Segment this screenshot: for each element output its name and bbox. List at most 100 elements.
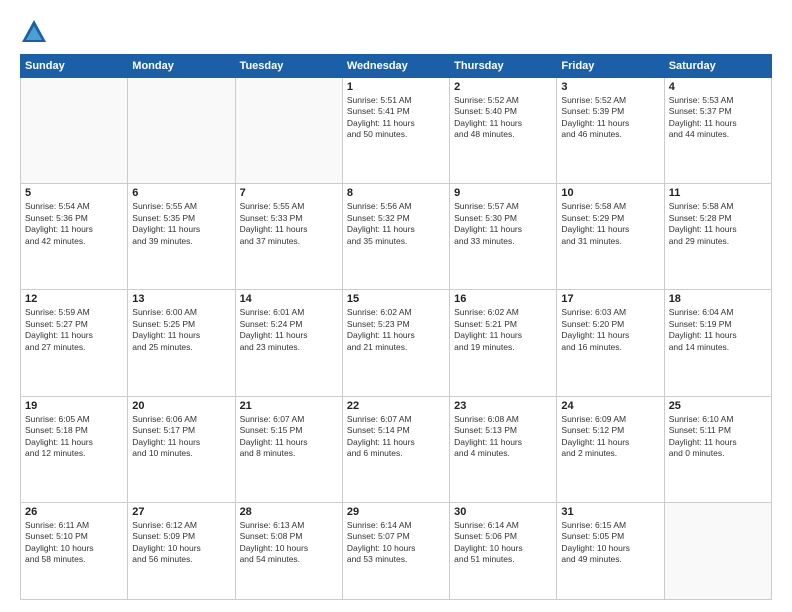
calendar-cell: 5 Sunrise: 5:54 AM Sunset: 5:36 PM Daylig… (21, 184, 128, 290)
day-info: Sunrise: 6:14 AM Sunset: 5:07 PM Dayligh… (347, 520, 445, 566)
calendar-cell: 18Sunrise: 6:04 AM Sunset: 5:19 PM Dayli… (664, 290, 771, 396)
day-info: Sunrise: 6:00 AM Sunset: 5:25 PM Dayligh… (132, 307, 230, 353)
day-number: 1 (347, 81, 445, 93)
calendar-week-2: 5 Sunrise: 5:54 AM Sunset: 5:36 PM Daylig… (21, 184, 772, 290)
day-info: Sunrise: 6:04 AM Sunset: 5:19 PM Dayligh… (669, 307, 767, 353)
calendar-cell: 25 Sunrise: 6:10 AM Sunset: 5:11 PM Dayli… (664, 396, 771, 502)
logo-icon (20, 18, 48, 46)
calendar-cell: 16 Sunrise: 6:02 AM Sunset: 5:21 PM Dayli… (450, 290, 557, 396)
day-number: 8 (347, 187, 445, 199)
weekday-header-sunday: Sunday (21, 55, 128, 78)
calendar-week-5: 26Sunrise: 6:11 AM Sunset: 5:10 PM Dayli… (21, 502, 772, 599)
day-info: Sunrise: 5:52 AM Sunset: 5:40 PM Dayligh… (454, 95, 552, 141)
header (20, 18, 772, 46)
calendar-cell: 24 Sunrise: 6:09 AM Sunset: 5:12 PM Dayli… (557, 396, 664, 502)
day-number: 17 (561, 293, 659, 305)
calendar-cell: 11 Sunrise: 5:58 AM Sunset: 5:28 PM Dayli… (664, 184, 771, 290)
calendar-cell: 21 Sunrise: 6:07 AM Sunset: 5:15 PM Dayli… (235, 396, 342, 502)
day-number: 4 (669, 81, 767, 93)
calendar-cell (21, 78, 128, 184)
day-info: Sunrise: 6:14 AM Sunset: 5:06 PM Dayligh… (454, 520, 552, 566)
day-info: Sunrise: 5:58 AM Sunset: 5:29 PM Dayligh… (561, 201, 659, 247)
day-info: Sunrise: 5:58 AM Sunset: 5:28 PM Dayligh… (669, 201, 767, 247)
day-number: 21 (240, 400, 338, 412)
day-number: 19 (25, 400, 123, 412)
day-info: Sunrise: 6:03 AM Sunset: 5:20 PM Dayligh… (561, 307, 659, 353)
day-info: Sunrise: 6:11 AM Sunset: 5:10 PM Dayligh… (25, 520, 123, 566)
day-info: Sunrise: 5:52 AM Sunset: 5:39 PM Dayligh… (561, 95, 659, 141)
calendar-cell: 7 Sunrise: 5:55 AM Sunset: 5:33 PM Daylig… (235, 184, 342, 290)
day-info: Sunrise: 6:12 AM Sunset: 5:09 PM Dayligh… (132, 520, 230, 566)
calendar-cell: 20Sunrise: 6:06 AM Sunset: 5:17 PM Dayli… (128, 396, 235, 502)
day-number: 31 (561, 506, 659, 518)
day-number: 16 (454, 293, 552, 305)
day-number: 5 (25, 187, 123, 199)
calendar-cell: 27 Sunrise: 6:12 AM Sunset: 5:09 PM Dayli… (128, 502, 235, 599)
calendar-cell: 12 Sunrise: 5:59 AM Sunset: 5:27 PM Dayli… (21, 290, 128, 396)
day-number: 9 (454, 187, 552, 199)
day-info: Sunrise: 6:10 AM Sunset: 5:11 PM Dayligh… (669, 414, 767, 460)
day-number: 20 (132, 400, 230, 412)
logo (20, 18, 52, 46)
weekday-header-row: SundayMondayTuesdayWednesdayThursdayFrid… (21, 55, 772, 78)
day-number: 7 (240, 187, 338, 199)
day-number: 23 (454, 400, 552, 412)
day-info: Sunrise: 5:53 AM Sunset: 5:37 PM Dayligh… (669, 95, 767, 141)
day-info: Sunrise: 5:59 AM Sunset: 5:27 PM Dayligh… (25, 307, 123, 353)
weekday-header-tuesday: Tuesday (235, 55, 342, 78)
day-number: 30 (454, 506, 552, 518)
day-number: 12 (25, 293, 123, 305)
day-number: 3 (561, 81, 659, 93)
day-info: Sunrise: 6:02 AM Sunset: 5:21 PM Dayligh… (454, 307, 552, 353)
calendar-cell: 6 Sunrise: 5:55 AM Sunset: 5:35 PM Daylig… (128, 184, 235, 290)
day-number: 29 (347, 506, 445, 518)
day-number: 27 (132, 506, 230, 518)
day-info: Sunrise: 6:07 AM Sunset: 5:15 PM Dayligh… (240, 414, 338, 460)
calendar-cell: 4 Sunrise: 5:53 AM Sunset: 5:37 PM Daylig… (664, 78, 771, 184)
day-number: 14 (240, 293, 338, 305)
day-info: Sunrise: 5:57 AM Sunset: 5:30 PM Dayligh… (454, 201, 552, 247)
day-info: Sunrise: 6:02 AM Sunset: 5:23 PM Dayligh… (347, 307, 445, 353)
calendar-week-1: 1 Sunrise: 5:51 AM Sunset: 5:41 PM Daylig… (21, 78, 772, 184)
calendar-week-4: 19Sunrise: 6:05 AM Sunset: 5:18 PM Dayli… (21, 396, 772, 502)
day-number: 25 (669, 400, 767, 412)
day-number: 15 (347, 293, 445, 305)
day-info: Sunrise: 5:51 AM Sunset: 5:41 PM Dayligh… (347, 95, 445, 141)
day-number: 11 (669, 187, 767, 199)
day-number: 6 (132, 187, 230, 199)
day-number: 24 (561, 400, 659, 412)
day-info: Sunrise: 6:15 AM Sunset: 5:05 PM Dayligh… (561, 520, 659, 566)
calendar-cell (128, 78, 235, 184)
day-number: 13 (132, 293, 230, 305)
calendar-cell (235, 78, 342, 184)
day-info: Sunrise: 6:01 AM Sunset: 5:24 PM Dayligh… (240, 307, 338, 353)
day-number: 28 (240, 506, 338, 518)
day-number: 2 (454, 81, 552, 93)
page: SundayMondayTuesdayWednesdayThursdayFrid… (0, 0, 792, 612)
calendar-cell: 2 Sunrise: 5:52 AM Sunset: 5:40 PM Daylig… (450, 78, 557, 184)
calendar-table: SundayMondayTuesdayWednesdayThursdayFrid… (20, 54, 772, 600)
calendar-cell: 13 Sunrise: 6:00 AM Sunset: 5:25 PM Dayli… (128, 290, 235, 396)
day-info: Sunrise: 6:07 AM Sunset: 5:14 PM Dayligh… (347, 414, 445, 460)
calendar-cell: 8 Sunrise: 5:56 AM Sunset: 5:32 PM Daylig… (342, 184, 449, 290)
day-info: Sunrise: 5:55 AM Sunset: 5:33 PM Dayligh… (240, 201, 338, 247)
day-info: Sunrise: 5:56 AM Sunset: 5:32 PM Dayligh… (347, 201, 445, 247)
calendar-cell: 17 Sunrise: 6:03 AM Sunset: 5:20 PM Dayli… (557, 290, 664, 396)
calendar-cell: 30 Sunrise: 6:14 AM Sunset: 5:06 PM Dayli… (450, 502, 557, 599)
day-info: Sunrise: 5:55 AM Sunset: 5:35 PM Dayligh… (132, 201, 230, 247)
calendar-cell: 14 Sunrise: 6:01 AM Sunset: 5:24 PM Dayli… (235, 290, 342, 396)
day-number: 22 (347, 400, 445, 412)
day-info: Sunrise: 6:09 AM Sunset: 5:12 PM Dayligh… (561, 414, 659, 460)
calendar-cell: 1 Sunrise: 5:51 AM Sunset: 5:41 PM Daylig… (342, 78, 449, 184)
calendar-cell: 26Sunrise: 6:11 AM Sunset: 5:10 PM Dayli… (21, 502, 128, 599)
weekday-header-friday: Friday (557, 55, 664, 78)
calendar-cell: 3 Sunrise: 5:52 AM Sunset: 5:39 PM Daylig… (557, 78, 664, 184)
day-info: Sunrise: 6:08 AM Sunset: 5:13 PM Dayligh… (454, 414, 552, 460)
calendar-cell: 31 Sunrise: 6:15 AM Sunset: 5:05 PM Dayli… (557, 502, 664, 599)
calendar-cell (664, 502, 771, 599)
calendar-cell: 10Sunrise: 5:58 AM Sunset: 5:29 PM Dayli… (557, 184, 664, 290)
day-info: Sunrise: 5:54 AM Sunset: 5:36 PM Dayligh… (25, 201, 123, 247)
calendar-week-3: 12 Sunrise: 5:59 AM Sunset: 5:27 PM Dayli… (21, 290, 772, 396)
calendar-cell: 22 Sunrise: 6:07 AM Sunset: 5:14 PM Dayli… (342, 396, 449, 502)
calendar-cell: 9 Sunrise: 5:57 AM Sunset: 5:30 PM Daylig… (450, 184, 557, 290)
